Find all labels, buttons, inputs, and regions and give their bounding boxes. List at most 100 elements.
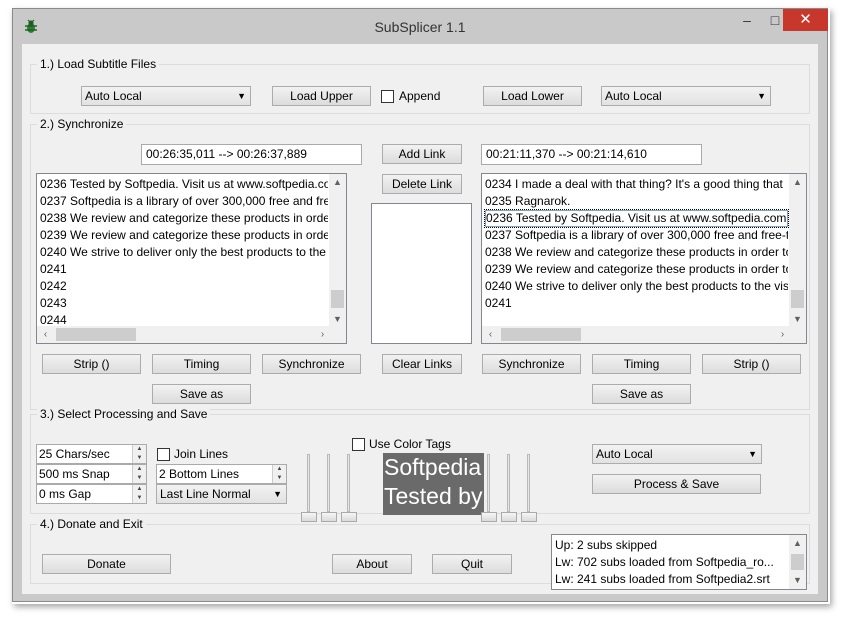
- scroll-left-icon[interactable]: ‹: [482, 326, 499, 343]
- upper-list-item[interactable]: 0241: [40, 261, 328, 278]
- scroll-down-icon[interactable]: ▼: [789, 572, 806, 589]
- minimize-button[interactable]: –: [733, 9, 761, 31]
- spinner-arrows-icon[interactable]: ▲ ▼: [132, 485, 146, 503]
- lower-strip-button[interactable]: Strip (): [702, 354, 801, 374]
- section4-label: 4.) Donate and Exit: [37, 517, 146, 531]
- scroll-left-icon[interactable]: ‹: [37, 326, 54, 343]
- upper-list-item[interactable]: 0243: [40, 295, 328, 312]
- output-encoding-value: Auto Local: [596, 447, 653, 461]
- vertical-slider-5[interactable]: [501, 454, 517, 524]
- scroll-thumb[interactable]: [791, 290, 804, 308]
- upper-synchronize-button[interactable]: Synchronize: [262, 354, 361, 374]
- lower-time-field[interactable]: 00:21:11,370 --> 00:21:14,610: [481, 144, 702, 165]
- chars-per-sec-value: 25 Chars/sec: [39, 447, 110, 461]
- donate-button[interactable]: Donate: [42, 554, 171, 574]
- chevron-down-icon: ▼: [757, 91, 766, 101]
- preview-line-2: Tested by: [384, 483, 483, 509]
- upper-time-field[interactable]: 00:26:35,011 --> 00:26:37,889: [141, 144, 362, 165]
- scroll-thumb[interactable]: [331, 290, 344, 308]
- snap-spinner[interactable]: 500 ms Snap ▲ ▼: [36, 464, 147, 484]
- upper-horizontal-scrollbar[interactable]: ‹ ›: [37, 326, 331, 343]
- scroll-corner: [789, 326, 806, 343]
- log-list[interactable]: Up: 2 subs skipped Lw: 702 subs loaded fr…: [551, 534, 807, 590]
- add-link-button[interactable]: Add Link: [382, 144, 462, 164]
- upper-list-item[interactable]: 0242: [40, 278, 328, 295]
- lower-encoding-combo[interactable]: Auto Local ▼: [601, 86, 771, 106]
- lower-save-as-button[interactable]: Save as: [592, 384, 691, 404]
- upper-list-item[interactable]: 0238 We review and categorize these prod…: [40, 210, 328, 227]
- scroll-up-icon[interactable]: ▲: [789, 174, 806, 191]
- log-entry[interactable]: Up: 2 subs skipped: [555, 537, 788, 554]
- vertical-slider-4[interactable]: [481, 454, 497, 524]
- lower-list-item[interactable]: 0235 Ragnarok.: [485, 193, 788, 210]
- use-color-tags-checkbox[interactable]: [352, 438, 365, 451]
- log-entry[interactable]: Lw: 702 subs loaded from Softpedia_ro...: [555, 554, 788, 571]
- lower-subtitle-list[interactable]: 0234 I made a deal with that thing? It's…: [481, 173, 807, 344]
- lower-timing-button[interactable]: Timing: [592, 354, 691, 374]
- log-entry[interactable]: Lw: 241 subs loaded from Softpedia2.srt: [555, 571, 788, 588]
- append-label: Append: [399, 89, 441, 103]
- upper-encoding-combo[interactable]: Auto Local ▼: [81, 86, 251, 106]
- upper-list-item[interactable]: 0240 We strive to deliver only the best …: [40, 244, 328, 261]
- bottom-lines-spinner[interactable]: 2 Bottom Lines ▲ ▼: [156, 464, 287, 484]
- lower-list-item[interactable]: 0241: [485, 295, 788, 312]
- upper-timing-button[interactable]: Timing: [152, 354, 251, 374]
- title-bar[interactable]: SubSplicer 1.1 – □ ✕: [13, 9, 828, 45]
- spinner-arrows-icon[interactable]: ▲ ▼: [272, 465, 286, 483]
- about-button[interactable]: About: [332, 554, 412, 574]
- vertical-slider-6[interactable]: [521, 454, 537, 524]
- last-line-combo[interactable]: Last Line Normal ▼: [156, 484, 287, 504]
- vertical-slider-1[interactable]: [301, 454, 317, 524]
- section2-label: 2.) Synchronize: [37, 117, 127, 131]
- output-encoding-combo[interactable]: Auto Local ▼: [592, 444, 762, 464]
- lower-list-item[interactable]: 0238 We review and categorize these prod…: [485, 244, 788, 261]
- clear-links-button[interactable]: Clear Links: [382, 354, 462, 374]
- upper-vertical-scrollbar[interactable]: ▲ ▼: [329, 174, 346, 328]
- delete-link-button[interactable]: Delete Link: [382, 174, 462, 194]
- scroll-thumb[interactable]: [56, 328, 136, 341]
- bottom-lines-value: 2 Bottom Lines: [159, 467, 240, 481]
- upper-list-item[interactable]: 0237 Softpedia is a library of over 300,…: [40, 193, 328, 210]
- gap-spinner[interactable]: 0 ms Gap ▲ ▼: [36, 484, 147, 504]
- links-list[interactable]: [371, 203, 472, 344]
- spinner-arrows-icon[interactable]: ▲ ▼: [132, 465, 146, 483]
- quit-button[interactable]: Quit: [432, 554, 512, 574]
- lower-encoding-value: Auto Local: [605, 89, 662, 103]
- main-window: SubSplicer 1.1 – □ ✕ 1.) Load Subtitle F…: [12, 8, 828, 602]
- join-lines-label: Join Lines: [174, 447, 229, 461]
- last-line-value: Last Line Normal: [160, 487, 251, 501]
- vertical-slider-3[interactable]: [341, 454, 357, 524]
- load-lower-button[interactable]: Load Lower: [483, 86, 582, 106]
- upper-list-item[interactable]: 0239 We review and categorize these prod…: [40, 227, 328, 244]
- scroll-thumb[interactable]: [501, 328, 581, 341]
- upper-list-item[interactable]: 0236 Tested by Softpedia. Visit us at ww…: [40, 176, 328, 193]
- chars-per-sec-spinner[interactable]: 25 Chars/sec ▲ ▼: [36, 444, 147, 464]
- lower-list-item[interactable]: 0236 Tested by Softpedia. Visit us at ww…: [484, 209, 789, 228]
- lower-list-item[interactable]: 0234 I made a deal with that thing? It's…: [485, 176, 788, 193]
- append-checkbox[interactable]: [381, 90, 394, 103]
- lower-list-item[interactable]: 0240 We strive to deliver only the best …: [485, 278, 788, 295]
- lower-list-item[interactable]: 0237 Softpedia is a library of over 300,…: [485, 227, 788, 244]
- subtitle-preview: Softpedia Tested by: [383, 453, 484, 515]
- lower-list-item[interactable]: 0239 We review and categorize these prod…: [485, 261, 788, 278]
- scroll-thumb[interactable]: [791, 554, 804, 570]
- lower-vertical-scrollbar[interactable]: ▲ ▼: [789, 174, 806, 328]
- log-vertical-scrollbar[interactable]: ▲ ▼: [789, 535, 806, 589]
- vertical-slider-2[interactable]: [321, 454, 337, 524]
- upper-strip-button[interactable]: Strip (): [42, 354, 141, 374]
- scroll-up-icon[interactable]: ▲: [789, 535, 806, 552]
- scroll-up-icon[interactable]: ▲: [329, 174, 346, 191]
- close-button[interactable]: ✕: [783, 9, 828, 31]
- chevron-down-icon: ▼: [273, 489, 282, 499]
- preview-line-1: Softpedia: [384, 454, 482, 480]
- lower-synchronize-button[interactable]: Synchronize: [482, 354, 581, 374]
- upper-subtitle-list[interactable]: 0236 Tested by Softpedia. Visit us at ww…: [36, 173, 347, 344]
- upper-save-as-button[interactable]: Save as: [152, 384, 251, 404]
- load-upper-button[interactable]: Load Upper: [272, 86, 371, 106]
- process-save-button[interactable]: Process & Save: [592, 474, 761, 494]
- join-lines-checkbox[interactable]: [157, 448, 170, 461]
- upper-encoding-value: Auto Local: [85, 89, 142, 103]
- chevron-down-icon: ▼: [748, 449, 757, 459]
- spinner-arrows-icon[interactable]: ▲ ▼: [132, 445, 146, 463]
- lower-horizontal-scrollbar[interactable]: ‹ ›: [482, 326, 791, 343]
